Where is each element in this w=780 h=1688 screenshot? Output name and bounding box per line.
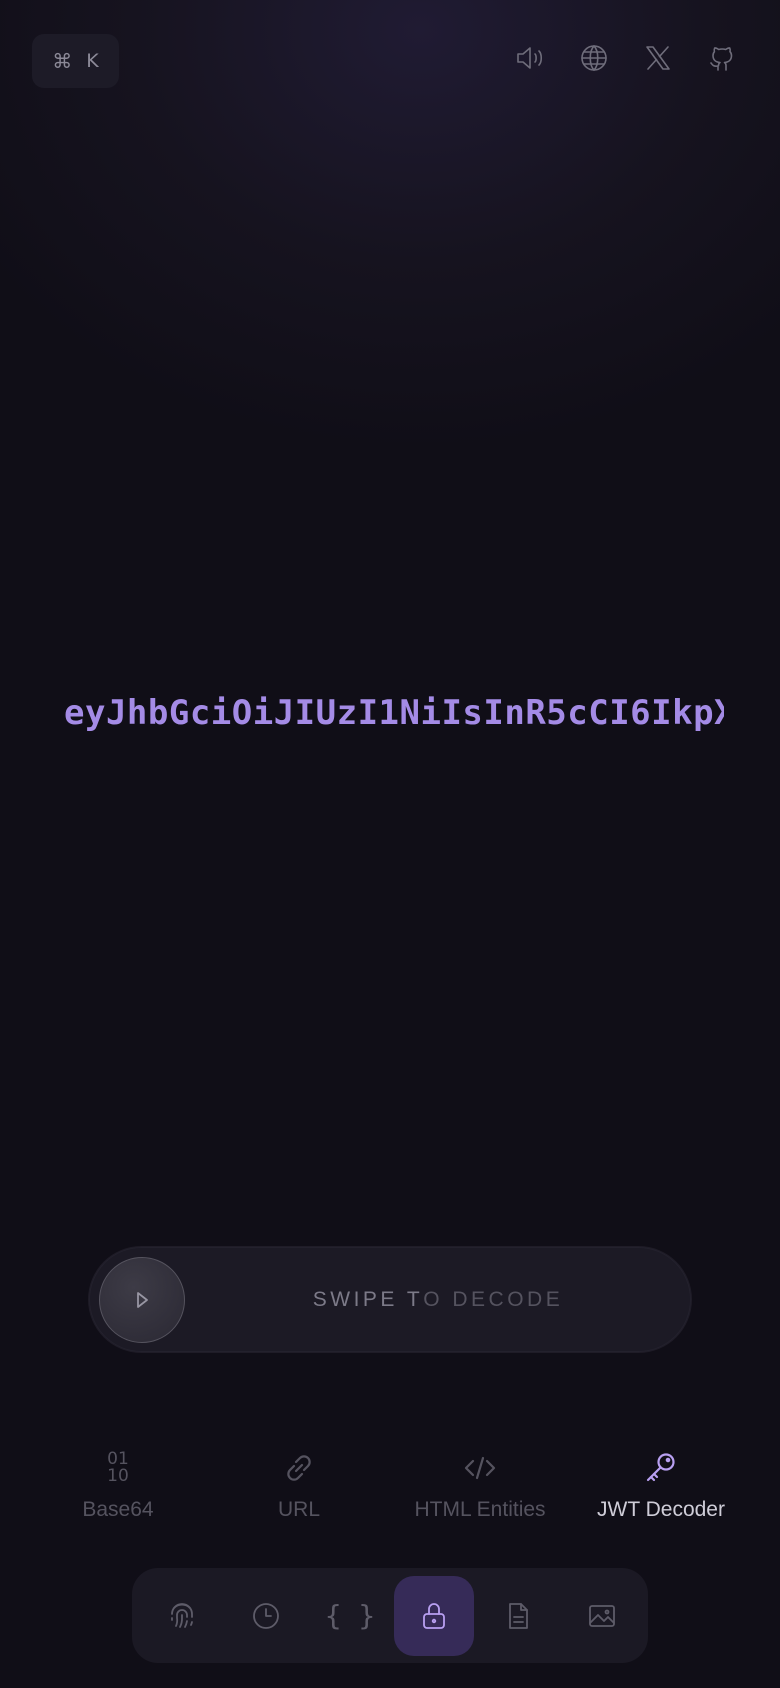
mode-label: Base64 bbox=[82, 1498, 154, 1521]
bottom-dock: { } bbox=[132, 1568, 648, 1663]
mode-html-entities[interactable]: HTML Entities bbox=[380, 1446, 580, 1522]
encoded-token: eyJhbGciOiJIUzI1NiIsInR5cCI6IkpXVCJ9 bbox=[64, 693, 724, 733]
link-icon bbox=[287, 1455, 311, 1481]
image-icon bbox=[589, 1604, 615, 1627]
dock-item-text[interactable] bbox=[478, 1576, 558, 1656]
mode-base64[interactable]: 01 10 Base64 bbox=[18, 1446, 218, 1522]
swipe-to-decode-slider[interactable]: SWIPE TO DECODE bbox=[88, 1246, 692, 1353]
mode-label: JWT Decoder bbox=[597, 1498, 725, 1521]
clock-icon bbox=[253, 1602, 279, 1629]
github-icon[interactable] bbox=[704, 40, 740, 76]
dock-item-encoding[interactable] bbox=[394, 1575, 474, 1656]
braces-icon: { } bbox=[324, 1599, 376, 1632]
mode-selector: 01 10 Base64 URL HTML Entities JWT Decode… bbox=[0, 1446, 780, 1526]
mode-jwt-decoder[interactable]: JWT Decoder bbox=[561, 1446, 761, 1522]
lock-icon bbox=[423, 1602, 445, 1629]
speaker-icon[interactable] bbox=[512, 40, 548, 76]
dock-item-history[interactable] bbox=[226, 1576, 306, 1656]
play-icon bbox=[137, 1292, 148, 1308]
mode-url[interactable]: URL bbox=[199, 1446, 399, 1522]
code-icon bbox=[464, 1456, 496, 1480]
swipe-label: SWIPE TO DECODE bbox=[312, 1287, 564, 1311]
mode-label: HTML Entities bbox=[414, 1498, 546, 1521]
shortcut-key: K bbox=[86, 50, 99, 72]
command-icon: ⌘ bbox=[52, 50, 73, 73]
command-palette-button[interactable]: ⌘ K bbox=[32, 34, 119, 88]
header-actions bbox=[512, 40, 740, 76]
dock-item-json[interactable]: { } bbox=[310, 1576, 390, 1656]
fingerprint-icon bbox=[171, 1602, 193, 1628]
document-icon bbox=[509, 1602, 528, 1629]
mode-label: URL bbox=[277, 1498, 320, 1521]
dock-item-fingerprint[interactable] bbox=[142, 1576, 222, 1656]
slider-handle[interactable] bbox=[99, 1257, 185, 1343]
dock-item-image[interactable] bbox=[562, 1576, 642, 1656]
key-icon bbox=[646, 1453, 675, 1482]
x-logo-icon[interactable] bbox=[640, 40, 676, 76]
token-display[interactable]: eyJhbGciOiJIUzI1NiIsInR5cCI6IkpXVCJ9 bbox=[64, 688, 724, 738]
binary-icon: 01 10 bbox=[107, 1449, 129, 1486]
globe-icon[interactable] bbox=[576, 40, 612, 76]
